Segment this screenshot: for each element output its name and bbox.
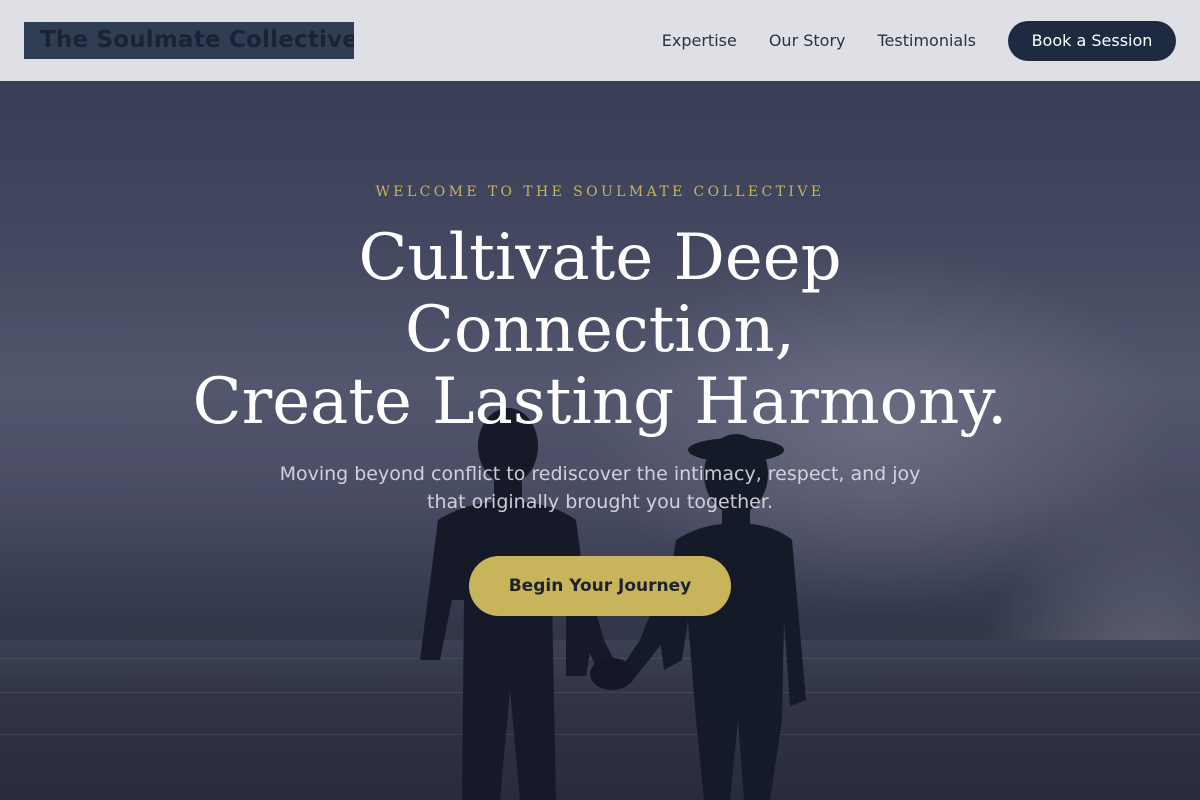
book-session-button[interactable]: Book a Session: [1008, 20, 1176, 61]
subtext-line-1: Moving beyond conflict to rediscover the…: [279, 463, 921, 485]
hero-section: WELCOME TO THE SOULMATE COLLECTIVE Culti…: [0, 0, 1200, 800]
headline-line-1: Cultivate Deep: [358, 221, 842, 295]
nav-link-expertise[interactable]: Expertise: [662, 31, 737, 50]
subtext-line-2: that originally brought you together.: [427, 491, 773, 513]
begin-journey-button[interactable]: Begin Your Journey: [469, 556, 731, 616]
site-header: The Soulmate Collective Expertise Our St…: [0, 0, 1200, 81]
hero-eyebrow: WELCOME TO THE SOULMATE COLLECTIVE: [375, 184, 825, 200]
nav-link-testimonials[interactable]: Testimonials: [878, 31, 977, 50]
hero-headline: Cultivate Deep Connection, Create Lastin…: [0, 222, 1200, 438]
main-nav: Expertise Our Story Testimonials Book a …: [662, 20, 1176, 61]
nav-link-our-story[interactable]: Our Story: [769, 31, 846, 50]
headline-line-2: Connection,: [405, 293, 795, 367]
brand-logo[interactable]: The Soulmate Collective: [24, 22, 354, 59]
hero-subtext: Moving beyond conflict to rediscover the…: [250, 460, 950, 516]
headline-line-3: Create Lasting Harmony.: [192, 365, 1008, 439]
